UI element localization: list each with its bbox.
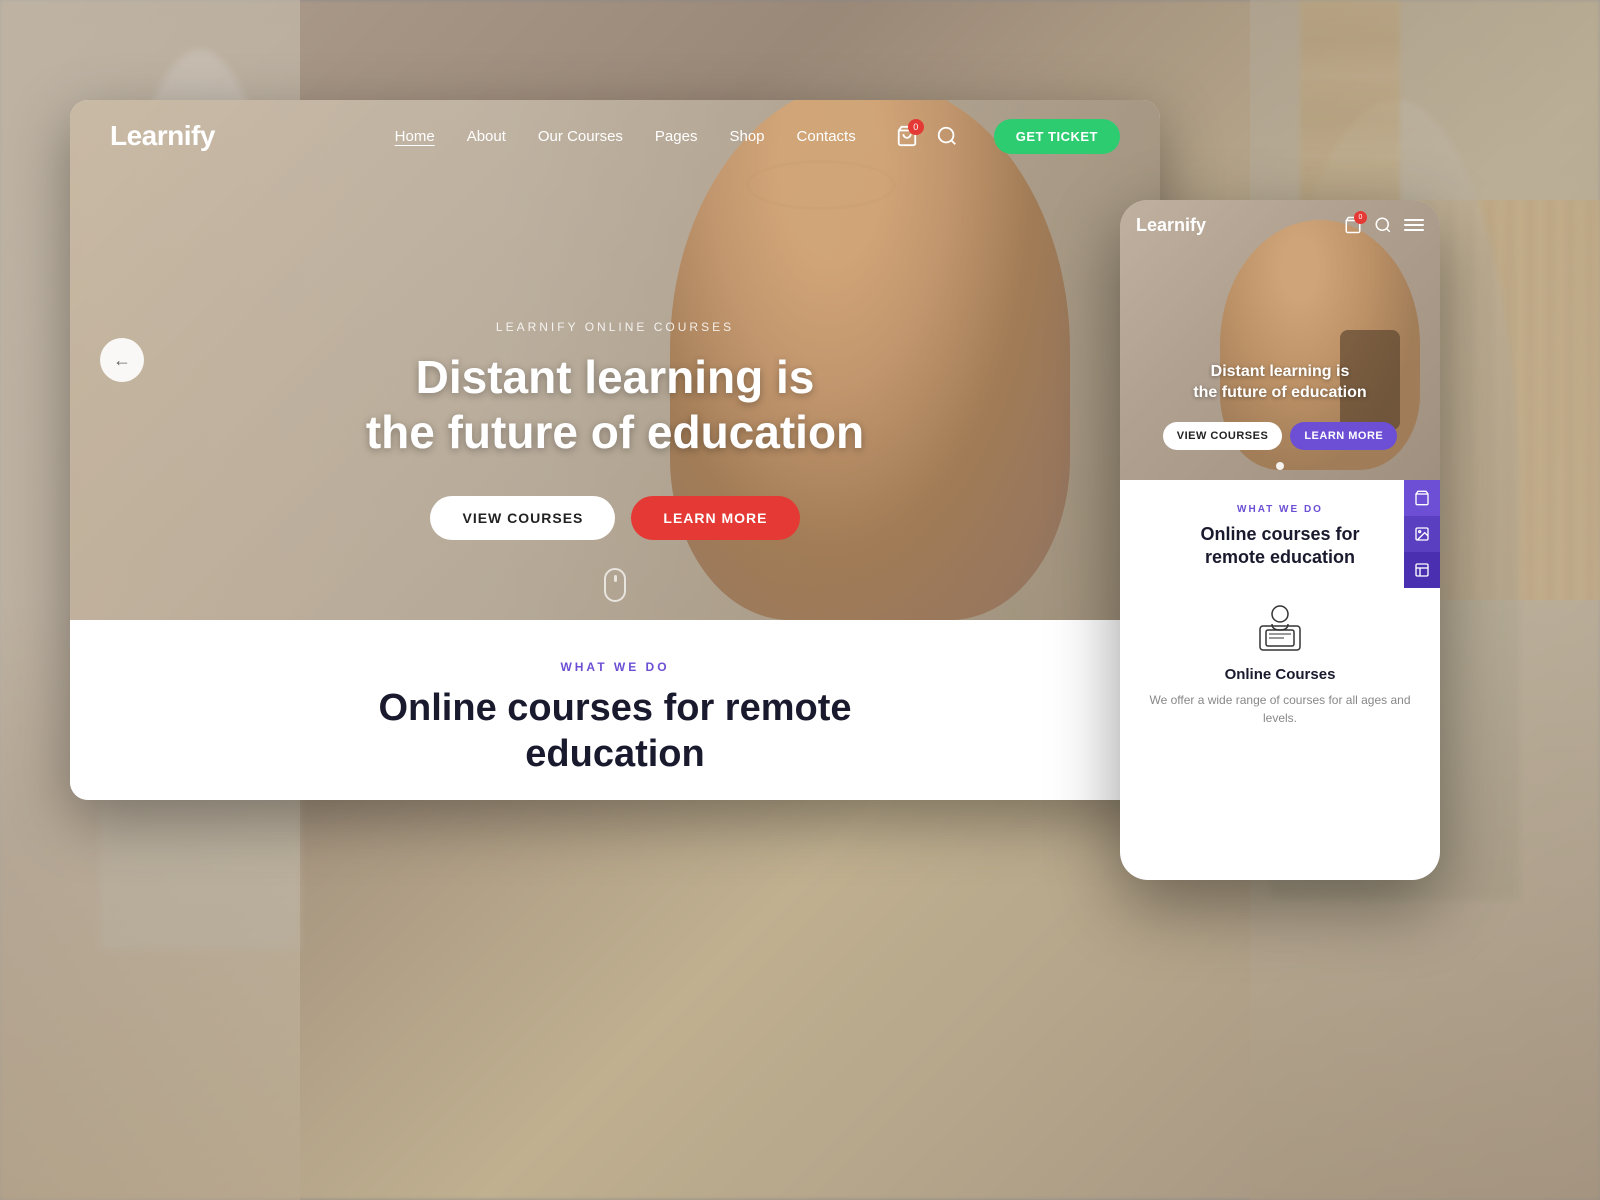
nav-link-contacts[interactable]: Contacts bbox=[797, 128, 856, 145]
nav-links: Home About Our Courses Pages Shop Contac… bbox=[395, 128, 856, 145]
desktop-mockup: Learnify Home About Our Courses Pages Sh… bbox=[70, 100, 1160, 800]
hamburger-line-1 bbox=[1404, 219, 1424, 221]
mobile-cart-button[interactable]: 0 bbox=[1344, 216, 1362, 234]
learn-more-button[interactable]: LEARN MORE bbox=[631, 496, 799, 540]
mobile-side-icons bbox=[1404, 480, 1440, 588]
mobile-side-image-icon bbox=[1414, 526, 1430, 542]
nav-link-about[interactable]: About bbox=[467, 128, 506, 145]
mobile-menu-button[interactable] bbox=[1404, 219, 1424, 231]
chevron-left-icon: ← bbox=[113, 350, 131, 371]
desktop-hero: Learnify Home About Our Courses Pages Sh… bbox=[70, 100, 1160, 620]
mobile-search-icon bbox=[1374, 216, 1392, 234]
mobile-what-we-do-section: WHAT WE DO Online courses forremote educ… bbox=[1120, 480, 1440, 751]
mobile-nav-icons: 0 bbox=[1344, 216, 1424, 234]
desktop-navbar: Learnify Home About Our Courses Pages Sh… bbox=[70, 100, 1160, 172]
mobile-mockup: Learnify 0 bbox=[1120, 200, 1440, 880]
nav-link-home[interactable]: Home bbox=[395, 128, 435, 145]
nav-link-pages[interactable]: Pages bbox=[655, 128, 698, 145]
what-we-do-label: WHAT WE DO bbox=[110, 660, 1120, 674]
hero-prev-button[interactable]: ← bbox=[100, 338, 144, 382]
search-icon bbox=[936, 125, 958, 147]
mobile-course-icon-container bbox=[1250, 594, 1310, 654]
mobile-search-button[interactable] bbox=[1374, 216, 1392, 234]
hamburger-line-3 bbox=[1404, 229, 1424, 231]
mobile-side-layout-button[interactable] bbox=[1404, 552, 1440, 588]
mobile-navbar: Learnify 0 bbox=[1120, 200, 1440, 250]
hero-title: Distant learning isthe future of educati… bbox=[315, 350, 915, 460]
search-button[interactable] bbox=[936, 125, 958, 147]
nav-icons: 0 GET TICKET bbox=[896, 119, 1120, 154]
scroll-mouse-icon bbox=[604, 568, 626, 602]
online-courses-icon bbox=[1252, 596, 1308, 652]
get-ticket-button[interactable]: GET TICKET bbox=[994, 119, 1120, 154]
cart-badge: 0 bbox=[908, 119, 924, 135]
view-courses-button[interactable]: VIEW COURSES bbox=[430, 496, 615, 540]
mobile-hero: Learnify 0 bbox=[1120, 200, 1440, 480]
mobile-course-description: We offer a wide range of courses for all… bbox=[1140, 691, 1420, 727]
mobile-hero-title: Distant learning isthe future of educati… bbox=[1136, 362, 1424, 404]
mobile-side-cart-button[interactable] bbox=[1404, 480, 1440, 516]
hero-subtitle: LEARNIFY ONLINE COURSES bbox=[315, 320, 915, 334]
mobile-course-name: Online Courses bbox=[1140, 666, 1420, 683]
nav-logo: Learnify bbox=[110, 120, 215, 152]
mouse-scroll-dot bbox=[614, 575, 617, 582]
what-we-do-section: WHAT WE DO Online courses for remoteeduc… bbox=[70, 620, 1160, 800]
mobile-cart-badge: 0 bbox=[1354, 211, 1367, 224]
hamburger-line-2 bbox=[1404, 224, 1424, 226]
hero-buttons: VIEW COURSES LEARN MORE bbox=[315, 496, 915, 540]
mobile-hero-buttons: VIEW COURSES LEARN MORE bbox=[1136, 422, 1424, 450]
what-we-do-title: Online courses for remoteeducation bbox=[110, 686, 1120, 777]
mobile-nav-logo: Learnify bbox=[1136, 215, 1206, 236]
mobile-side-cart-icon bbox=[1414, 490, 1430, 506]
mobile-hero-content: Distant learning isthe future of educati… bbox=[1120, 362, 1440, 450]
mobile-carousel-dot bbox=[1276, 462, 1284, 470]
hero-content: LEARNIFY ONLINE COURSES Distant learning… bbox=[315, 320, 915, 540]
mobile-view-courses-button[interactable]: VIEW COURSES bbox=[1163, 422, 1283, 450]
mobile-wwd-title: Online courses forremote education bbox=[1140, 523, 1420, 570]
mobile-learn-more-button[interactable]: LEARN MORE bbox=[1290, 422, 1397, 450]
cart-button[interactable]: 0 bbox=[896, 125, 918, 147]
mobile-side-layout-icon bbox=[1414, 562, 1430, 578]
nav-link-courses[interactable]: Our Courses bbox=[538, 128, 623, 145]
nav-link-shop[interactable]: Shop bbox=[729, 128, 764, 145]
mobile-wwd-label: WHAT WE DO bbox=[1140, 504, 1420, 515]
mobile-side-image-button[interactable] bbox=[1404, 516, 1440, 552]
